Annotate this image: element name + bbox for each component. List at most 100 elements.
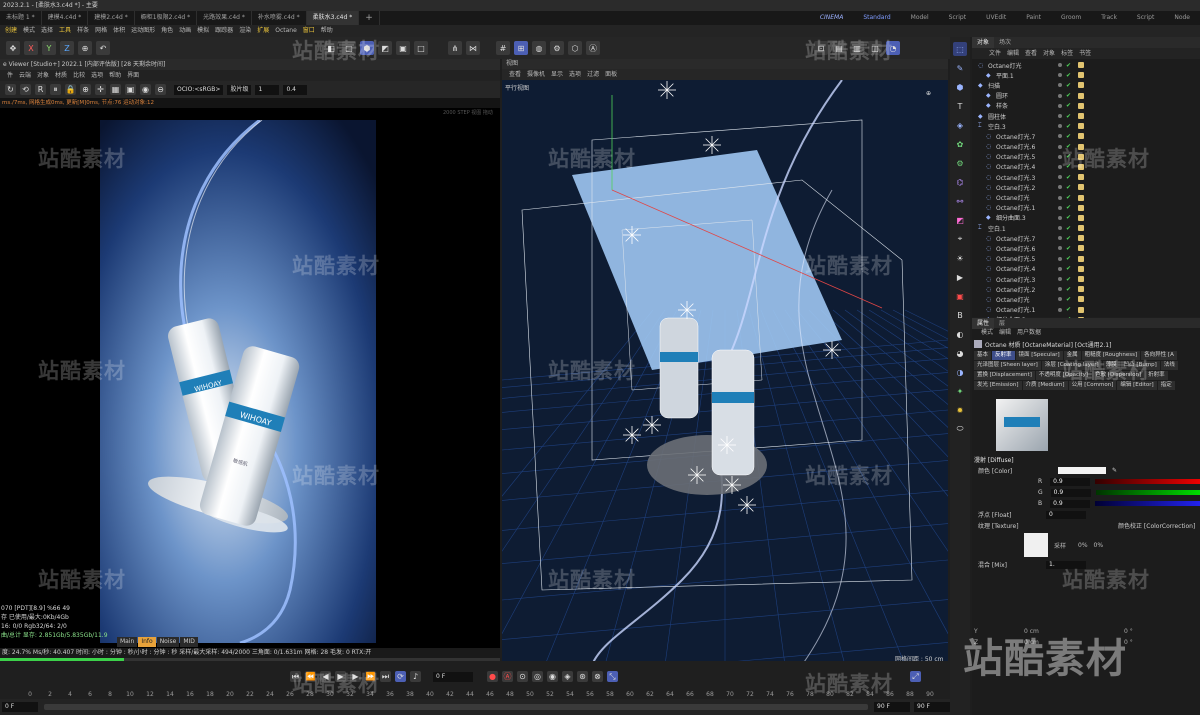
- vp-menu-filter[interactable]: 过滤: [584, 69, 602, 81]
- range-end-field[interactable]: 90 F: [874, 702, 910, 712]
- look-select[interactable]: 胶片级: [227, 84, 252, 95]
- object-row[interactable]: ◆ 细分曲面.3 ✔: [972, 213, 1200, 223]
- object-row[interactable]: ◌ Octane灯光 ✔: [972, 294, 1200, 304]
- om-menu-view[interactable]: 查看: [1022, 48, 1040, 60]
- camera-icon[interactable]: ⌖: [953, 232, 967, 246]
- r-field[interactable]: 0.9: [1050, 477, 1091, 486]
- render-settings-icon[interactable]: ⚙: [550, 41, 564, 55]
- sound-icon[interactable]: ♪: [410, 671, 421, 682]
- layout-node[interactable]: Node: [1164, 11, 1200, 25]
- menu-tracker[interactable]: 跟踪器: [212, 25, 236, 37]
- channel-chip[interactable]: 指定: [1157, 381, 1175, 390]
- enabled-check-icon[interactable]: ✔: [1066, 143, 1071, 150]
- object-row[interactable]: ◌ Octane灯光 ✔: [972, 60, 1200, 70]
- channel-chip[interactable]: 折射率: [1145, 371, 1168, 380]
- layout-track[interactable]: Track: [1091, 11, 1127, 25]
- object-row[interactable]: ◌ Octane灯光.4 ✔: [972, 264, 1200, 274]
- vp-menu-options[interactable]: 选项: [566, 69, 584, 81]
- enabled-check-icon[interactable]: ✔: [1066, 245, 1071, 252]
- box-icon[interactable]: ▢: [342, 41, 356, 55]
- loop-icon[interactable]: ⟳: [395, 671, 406, 682]
- range-start-field[interactable]: 0 F: [2, 702, 38, 712]
- viewer-menu-file[interactable]: 件: [4, 70, 16, 82]
- enabled-check-icon[interactable]: ✔: [1066, 62, 1071, 69]
- visibility-dot[interactable]: [1058, 114, 1062, 119]
- tag-icon[interactable]: [1078, 214, 1084, 221]
- object-row[interactable]: ◌ Octane灯光.4 ✔: [972, 162, 1200, 172]
- visibility-dot[interactable]: [1058, 103, 1062, 108]
- key-icon[interactable]: ⊙: [517, 671, 528, 682]
- menu-mode[interactable]: 模式: [20, 25, 38, 37]
- magnet-icon[interactable]: ⋔: [448, 41, 462, 55]
- visibility-dot[interactable]: [1058, 256, 1062, 261]
- view-icon-4[interactable]: ◫: [868, 41, 882, 55]
- picture-viewer-icon[interactable]: ▣: [953, 289, 967, 303]
- ellipse-icon[interactable]: ⬭: [953, 422, 967, 436]
- gamma-field[interactable]: 0.4: [283, 84, 308, 95]
- menu-help[interactable]: 帮助: [318, 25, 336, 37]
- r-slider[interactable]: [1095, 479, 1200, 484]
- channel-chip[interactable]: 不透明度 [Opacity]: [1035, 371, 1092, 380]
- enabled-check-icon[interactable]: ✔: [1066, 92, 1071, 99]
- menu-animate[interactable]: 动画: [176, 25, 194, 37]
- next-key-icon[interactable]: ⏩: [365, 671, 376, 682]
- tag-icon[interactable]: [1078, 133, 1084, 140]
- view-icon-5[interactable]: ◔: [886, 41, 900, 55]
- point-mode-icon[interactable]: ▣: [396, 41, 410, 55]
- snap-square-icon[interactable]: □: [414, 41, 428, 55]
- viewer-menu-help[interactable]: 帮助: [106, 70, 124, 82]
- enabled-check-icon[interactable]: ✔: [1066, 184, 1071, 191]
- om-menu-file[interactable]: 文件: [986, 48, 1004, 60]
- tag-icon[interactable]: [1078, 102, 1084, 109]
- axis-x-button[interactable]: X: [24, 41, 38, 55]
- cloner-icon[interactable]: ✿: [953, 137, 967, 151]
- layout-paint[interactable]: Paint: [1016, 11, 1051, 25]
- visibility-dot[interactable]: [1058, 215, 1062, 220]
- view-icon-1[interactable]: ⊡: [814, 41, 828, 55]
- render-image[interactable]: WIHOAY WIHOAY 敏感肌: [100, 120, 376, 643]
- object-row[interactable]: ◌ Octane灯光.7 ✔: [972, 131, 1200, 141]
- ocio-select[interactable]: OCIO:<sRGB>: [174, 84, 224, 95]
- doc-tab-4[interactable]: 橱柜1极限2.c4d *: [135, 11, 198, 25]
- tag-icon[interactable]: [1078, 235, 1084, 242]
- menu-octane[interactable]: Octane: [272, 25, 300, 37]
- doc-tab-3[interactable]: 建模2.c4d *: [88, 11, 135, 25]
- visibility-dot[interactable]: [1058, 164, 1062, 169]
- g-slider[interactable]: [1095, 490, 1200, 495]
- tag-icon[interactable]: [1078, 204, 1084, 211]
- layout-script[interactable]: Script: [939, 11, 976, 25]
- viewer-menu-material[interactable]: 材质: [52, 70, 70, 82]
- next-frame-icon[interactable]: ▶: [350, 671, 361, 682]
- channel-chip[interactable]: 金属: [1063, 351, 1081, 360]
- enabled-check-icon[interactable]: ✔: [1066, 225, 1071, 232]
- tag-icon[interactable]: [1078, 123, 1084, 130]
- visibility-dot[interactable]: [1058, 226, 1062, 231]
- snapshot-icon[interactable]: ◉: [140, 84, 151, 95]
- vp-menu-camera[interactable]: 摄像机: [524, 69, 548, 81]
- vp-menu-view[interactable]: 查看: [506, 69, 524, 81]
- om-menu-edit[interactable]: 编辑: [1004, 48, 1022, 60]
- tag-icon[interactable]: [1078, 225, 1084, 232]
- object-row[interactable]: ◌ Octane灯光.3 ✔: [972, 274, 1200, 284]
- menu-window[interactable]: 窗口: [300, 25, 318, 37]
- add-tab-button[interactable]: +: [359, 11, 380, 25]
- menu-mesh[interactable]: 网格: [92, 25, 110, 37]
- prev-frame-icon[interactable]: ◀: [320, 671, 331, 682]
- effector-icon[interactable]: ⚙: [953, 156, 967, 170]
- tab-mid[interactable]: MID: [180, 637, 198, 647]
- enabled-check-icon[interactable]: ✔: [1066, 113, 1071, 120]
- visibility-dot[interactable]: [1058, 93, 1062, 98]
- refresh-icon[interactable]: ↻: [5, 84, 16, 95]
- play-icon[interactable]: ▶: [335, 671, 346, 682]
- menu-extensions[interactable]: 扩展: [254, 25, 272, 37]
- record-icon[interactable]: ●: [487, 671, 498, 682]
- tag-icon[interactable]: [1078, 72, 1084, 79]
- object-row[interactable]: ◌ Octane灯光.5 ✔: [972, 254, 1200, 264]
- pick-icon[interactable]: ✛: [95, 84, 106, 95]
- tag-icon[interactable]: [1078, 286, 1084, 293]
- timeline-tool-icon[interactable]: ⤡: [607, 671, 618, 682]
- object-row[interactable]: ◌ Octane灯光.1 ✔: [972, 305, 1200, 315]
- am-menu-mode[interactable]: 模式: [978, 327, 996, 339]
- tag-icon[interactable]: [1078, 174, 1084, 181]
- key-rot-icon[interactable]: ◉: [547, 671, 558, 682]
